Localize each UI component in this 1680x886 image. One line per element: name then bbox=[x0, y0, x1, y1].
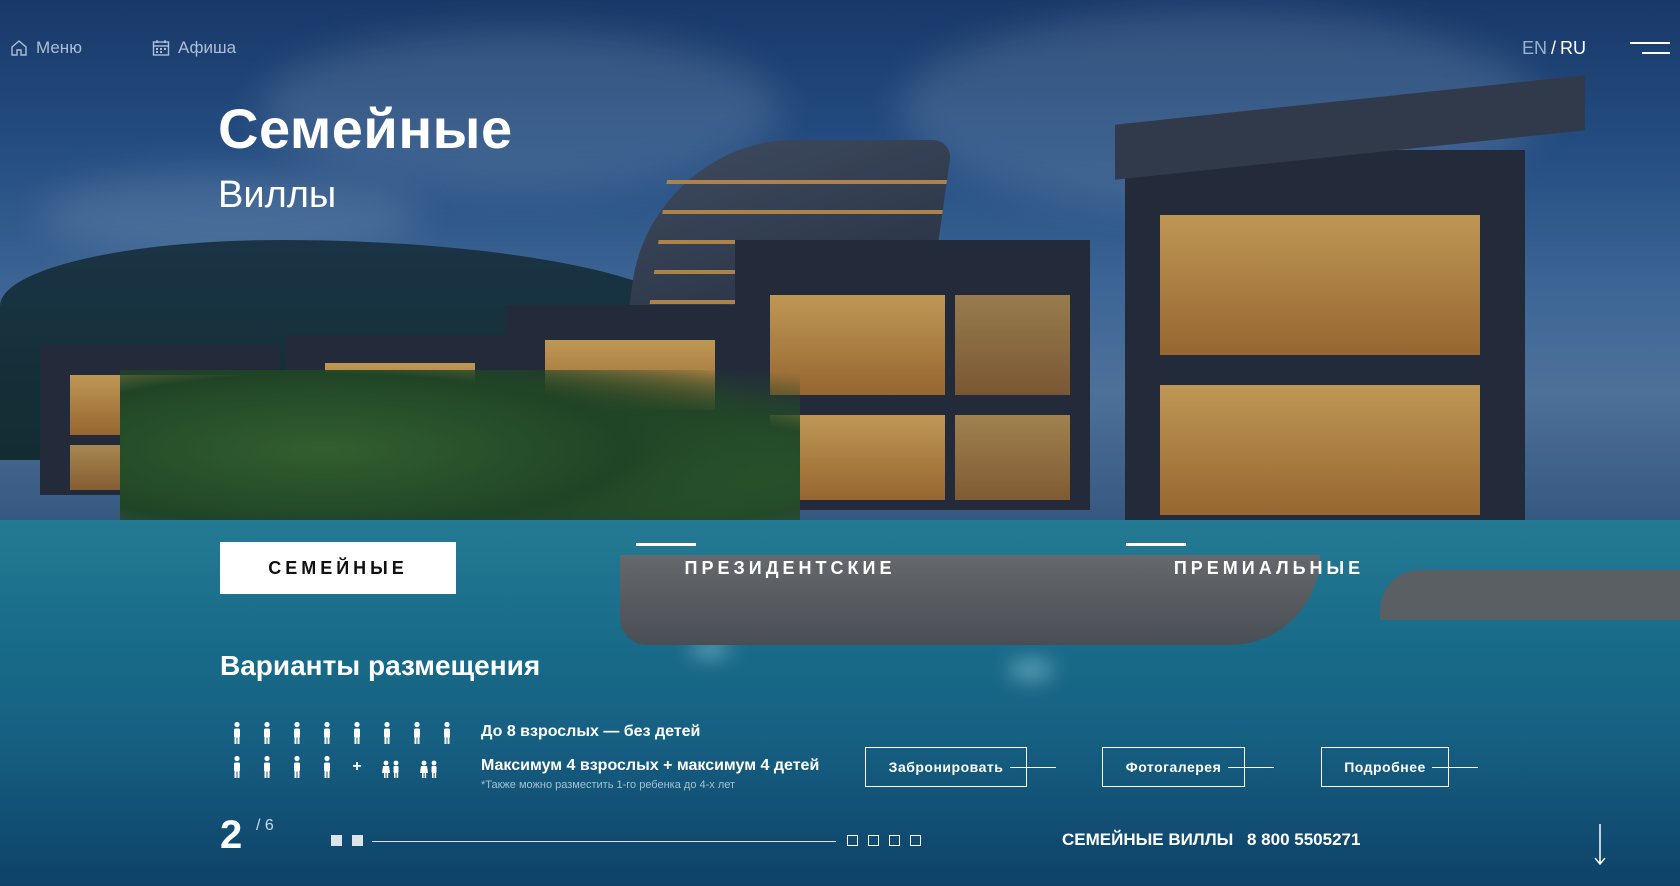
scroll-down-arrow-icon[interactable] bbox=[1594, 824, 1606, 866]
slide-dot[interactable] bbox=[352, 835, 363, 846]
button-decor-line bbox=[1432, 767, 1478, 768]
adult-icon bbox=[294, 755, 300, 778]
lang-separator: / bbox=[1551, 38, 1557, 58]
language-switcher: EN / RU bbox=[1522, 38, 1586, 59]
book-button[interactable]: Забронировать bbox=[865, 747, 1056, 787]
button-decor-line bbox=[1010, 767, 1056, 768]
details-button[interactable]: Подробнее bbox=[1321, 747, 1478, 787]
adult-icon bbox=[264, 755, 270, 778]
adult-icon bbox=[234, 721, 240, 744]
children-icon bbox=[420, 760, 437, 778]
adult-icon bbox=[234, 755, 240, 778]
slide-dot[interactable] bbox=[889, 835, 900, 846]
adult-icon bbox=[444, 721, 450, 744]
slide-dots-before bbox=[331, 835, 363, 846]
lang-en[interactable]: EN bbox=[1522, 38, 1547, 58]
footer-phone[interactable]: 8 800 5505271 bbox=[1247, 830, 1360, 850]
page-subtitle: Виллы bbox=[218, 174, 337, 216]
page-title: Семейные bbox=[218, 97, 513, 160]
accommodation-title: Варианты размещения bbox=[220, 650, 541, 681]
children-icon bbox=[382, 760, 399, 778]
details-button-label: Подробнее bbox=[1344, 759, 1426, 775]
tab-family[interactable]: СЕМЕЙНЫЕ bbox=[220, 542, 456, 594]
slide-dot[interactable] bbox=[910, 835, 921, 846]
adult-icon bbox=[294, 721, 300, 744]
top-nav: Меню Афиша bbox=[10, 38, 236, 58]
adults-only-icons bbox=[230, 721, 454, 745]
adults-kids-icons: + bbox=[230, 755, 440, 779]
accommodation-note: *Также можно разместить 1-го ребенка до … bbox=[481, 779, 736, 791]
slide-dot[interactable] bbox=[847, 835, 858, 846]
menu-link[interactable]: Меню bbox=[10, 38, 82, 58]
slide-dot[interactable] bbox=[331, 835, 342, 846]
gallery-button[interactable]: Фотогалерея bbox=[1102, 747, 1274, 787]
book-button-label: Забронировать bbox=[888, 759, 1004, 775]
slide-progress-line bbox=[372, 841, 836, 842]
adult-icon bbox=[264, 721, 270, 744]
slide-total: / 6 bbox=[256, 817, 274, 834]
accommodation-option-2: Максимум 4 взрослых + максимум 4 детей bbox=[481, 757, 820, 774]
plus-sign: + bbox=[352, 758, 362, 775]
lang-ru[interactable]: RU bbox=[1560, 38, 1586, 58]
hamburger-menu-icon[interactable] bbox=[1630, 42, 1670, 58]
button-decor-line bbox=[1228, 767, 1274, 768]
gallery-button-label: Фотогалерея bbox=[1125, 759, 1222, 775]
tab-premium[interactable]: ПРЕМИАЛЬНЫЕ bbox=[1174, 542, 1362, 594]
events-label: Афиша bbox=[177, 38, 237, 57]
adult-icon bbox=[414, 721, 420, 744]
slide-dots-after bbox=[847, 835, 921, 846]
slide-dot[interactable] bbox=[868, 835, 879, 846]
events-link[interactable]: Афиша bbox=[152, 38, 236, 58]
adult-icon bbox=[354, 721, 360, 744]
tab-presidential[interactable]: ПРЕЗИДЕНТСКИЕ bbox=[685, 542, 894, 594]
footer-villa-name: СЕМЕЙНЫЕ ВИЛЛЫ bbox=[1062, 830, 1234, 849]
home-icon bbox=[11, 40, 27, 56]
calendar-icon bbox=[152, 40, 170, 56]
slide-current: 2 bbox=[220, 813, 243, 857]
adult-icon bbox=[324, 721, 330, 744]
accommodation-option-1: До 8 взрослых — без детей bbox=[481, 723, 701, 740]
adult-icon bbox=[324, 755, 330, 778]
adult-icon bbox=[384, 721, 390, 744]
menu-label: Меню bbox=[36, 38, 82, 57]
